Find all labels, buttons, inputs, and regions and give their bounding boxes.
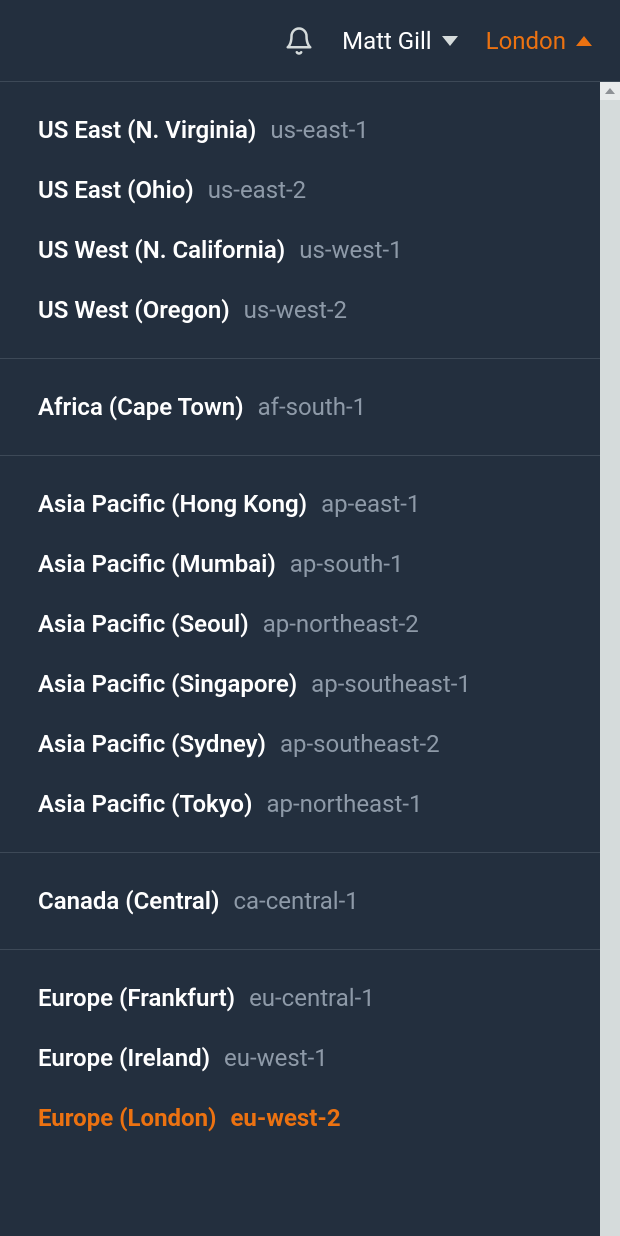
region-name: Europe (Frankfurt) — [38, 984, 235, 1012]
region-code: ap-southeast-2 — [280, 730, 440, 758]
caret-down-icon — [442, 36, 458, 46]
region-code: ap-east-1 — [321, 490, 420, 518]
notifications-icon[interactable] — [284, 26, 314, 56]
region-item[interactable]: Asia Pacific (Seoul) ap-northeast-2 — [0, 594, 600, 654]
region-name: Asia Pacific (Mumbai) — [38, 550, 276, 578]
region-group: Europe (Frankfurt) eu-central-1 Europe (Ir… — [0, 950, 600, 1166]
region-item[interactable]: US West (Oregon) us-west-2 — [0, 280, 600, 340]
region-name: Asia Pacific (Singapore) — [38, 670, 297, 698]
user-menu[interactable]: Matt Gill — [342, 27, 458, 55]
region-name: US West (N. California) — [38, 236, 285, 264]
region-code: us-east-1 — [270, 116, 368, 144]
region-item[interactable]: Europe (London) eu-west-2 — [0, 1088, 600, 1148]
region-item[interactable]: Canada (Central) ca-central-1 — [0, 871, 600, 931]
region-code: us-west-1 — [299, 236, 402, 264]
region-name: Asia Pacific (Sydney) — [38, 730, 266, 758]
region-code: ap-southeast-1 — [311, 670, 471, 698]
region-item[interactable]: Asia Pacific (Hong Kong) ap-east-1 — [0, 474, 600, 534]
region-group: Canada (Central) ca-central-1 — [0, 853, 600, 950]
region-code: us-west-2 — [244, 296, 347, 324]
region-item[interactable]: Asia Pacific (Singapore) ap-southeast-1 — [0, 654, 600, 714]
region-name: Asia Pacific (Tokyo) — [38, 790, 252, 818]
user-label: Matt Gill — [342, 27, 432, 55]
region-name: Asia Pacific (Hong Kong) — [38, 490, 307, 518]
region-item[interactable]: Europe (Ireland) eu-west-1 — [0, 1028, 600, 1088]
region-name: US East (Ohio) — [38, 176, 194, 204]
region-name: Africa (Cape Town) — [38, 393, 244, 421]
region-item[interactable]: Asia Pacific (Tokyo) ap-northeast-1 — [0, 774, 600, 834]
region-item[interactable]: Asia Pacific (Sydney) ap-southeast-2 — [0, 714, 600, 774]
region-code: eu-west-1 — [224, 1044, 328, 1072]
region-group: Africa (Cape Town) af-south-1 — [0, 359, 600, 456]
region-code: ap-northeast-2 — [263, 610, 419, 638]
region-name: Asia Pacific (Seoul) — [38, 610, 249, 638]
region-code: us-east-2 — [208, 176, 306, 204]
region-code: eu-west-2 — [230, 1104, 340, 1132]
region-group: Asia Pacific (Hong Kong)ap-east-1Asia Pa… — [0, 456, 600, 853]
region-name: Canada (Central) — [38, 887, 219, 915]
region-code: ap-northeast-1 — [266, 790, 422, 818]
region-label: London — [486, 27, 566, 55]
region-code: af-south-1 — [258, 393, 367, 421]
region-item[interactable]: US East (Ohio) us-east-2 — [0, 160, 600, 220]
region-item[interactable]: Europe (Frankfurt) eu-central-1 — [0, 968, 600, 1028]
region-name: Europe (Ireland) — [38, 1044, 210, 1072]
region-list[interactable]: US East (N. Virginia) us-east-1 US East (O… — [0, 82, 600, 1236]
region-menu[interactable]: London — [486, 27, 592, 55]
region-item[interactable]: Asia Pacific (Mumbai) ap-south-1 — [0, 534, 600, 594]
region-item[interactable]: Africa (Cape Town) af-south-1 — [0, 377, 600, 437]
region-name: Europe (London) — [38, 1104, 216, 1132]
scrollbar-up-arrow-icon[interactable] — [600, 82, 620, 100]
region-group: US East (N. Virginia) us-east-1 US East (O… — [0, 82, 600, 359]
region-name: US East (N. Virginia) — [38, 116, 256, 144]
region-dropdown-panel: US East (N. Virginia) us-east-1 US East (O… — [0, 82, 620, 1236]
caret-up-icon — [576, 36, 592, 46]
topbar: Matt Gill London — [0, 0, 620, 82]
region-code: ca-central-1 — [233, 887, 358, 915]
region-code: eu-central-1 — [249, 984, 375, 1012]
region-code: ap-south-1 — [290, 550, 404, 578]
region-item[interactable]: US West (N. California) us-west-1 — [0, 220, 600, 280]
region-name: US West (Oregon) — [38, 296, 230, 324]
region-item[interactable]: US East (N. Virginia) us-east-1 — [0, 100, 600, 160]
scrollbar[interactable] — [600, 82, 620, 1236]
